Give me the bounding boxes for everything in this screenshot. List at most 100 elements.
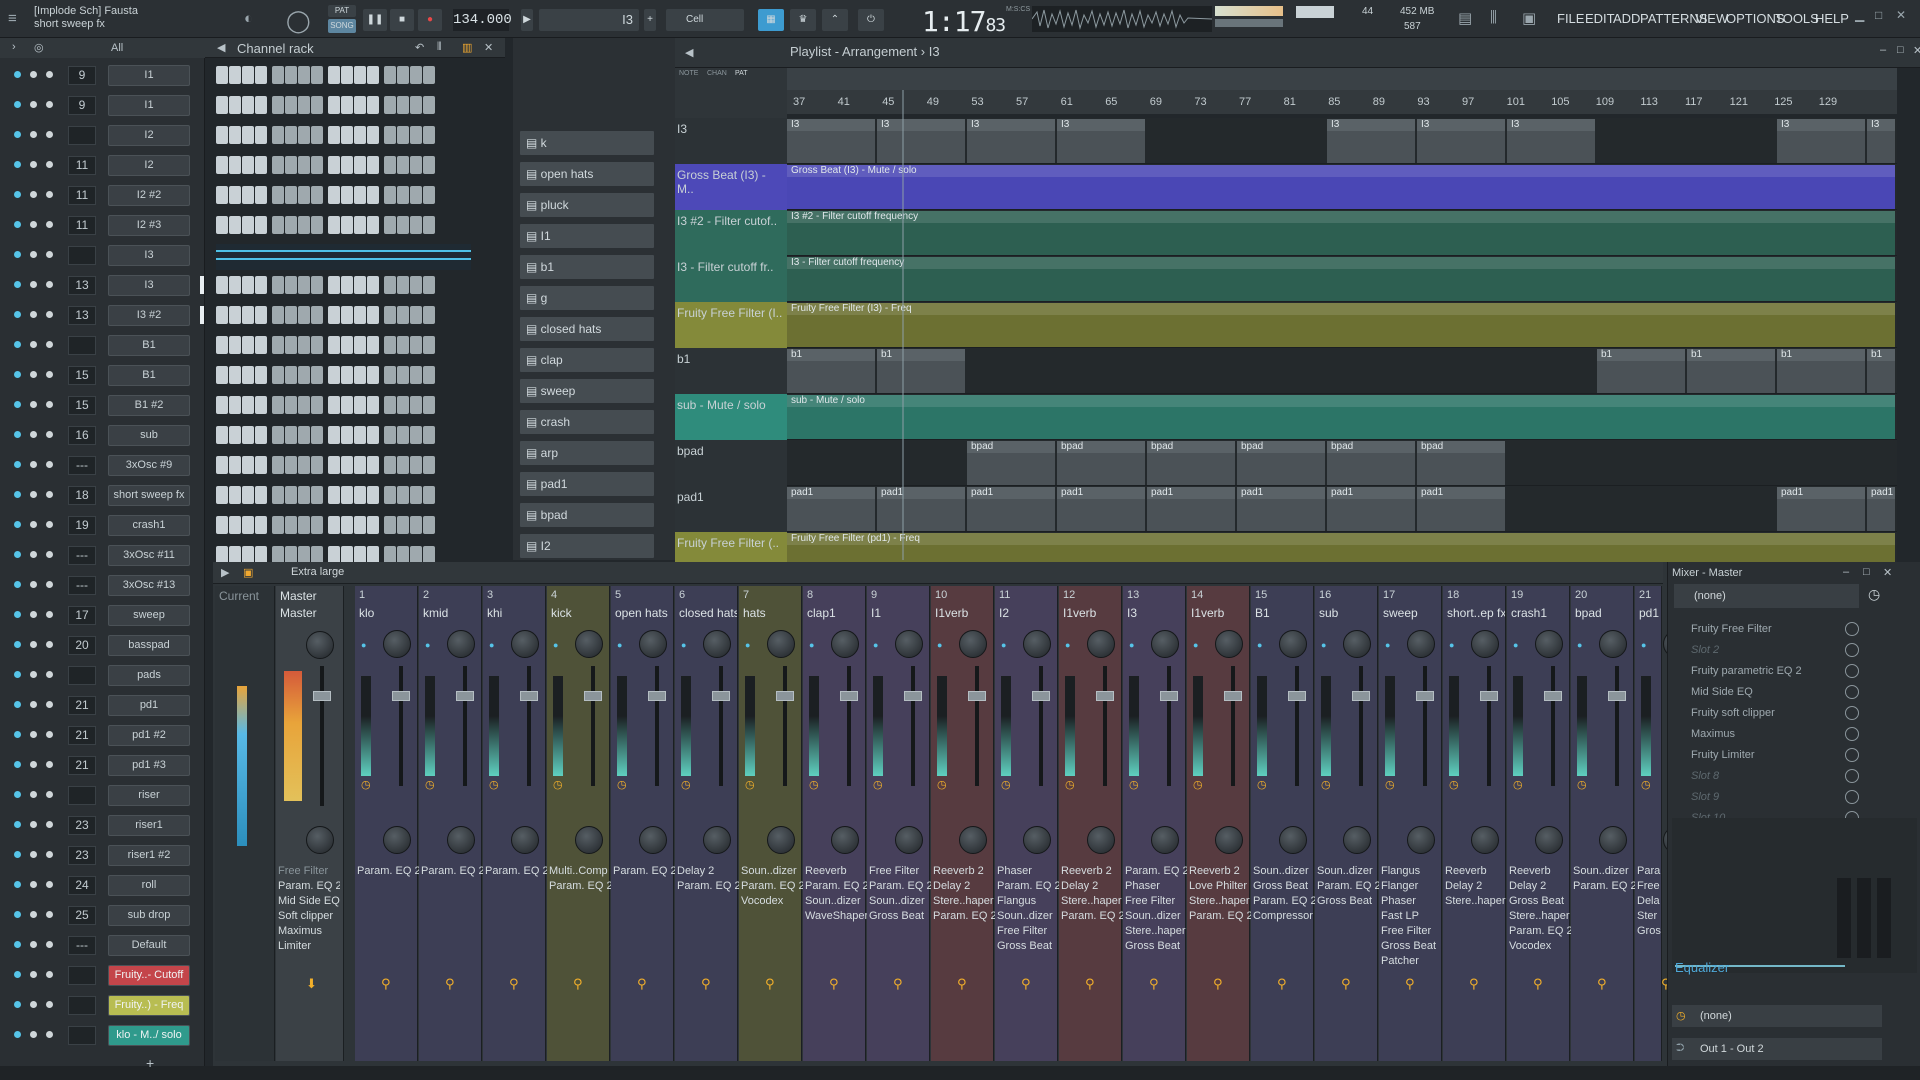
channel-mute-icon[interactable] (30, 221, 37, 228)
channel-solo-icon[interactable] (46, 161, 53, 168)
strip-stereo-knob[interactable] (383, 826, 411, 854)
step-pad[interactable] (384, 426, 396, 444)
channel-mixer-track[interactable]: 20 (68, 636, 96, 655)
strip-route-icon[interactable]: ◷ (1065, 778, 1075, 791)
step-pad[interactable] (423, 216, 435, 234)
strip-enable-icon[interactable]: ● (617, 640, 622, 650)
mixer-view-icon[interactable]: ▣ (243, 566, 253, 579)
track-header[interactable]: sub - Mute / solo (675, 394, 787, 440)
mixer-strip[interactable]: 12 I1verb ● ◷ Reeverb 2 Delay 2 Stere..hap… (1059, 586, 1123, 1061)
strip-stereo-knob[interactable] (767, 826, 795, 854)
channel-rack-arrow-icon[interactable]: ◀ (217, 41, 225, 54)
strip-pan-knob[interactable] (1407, 630, 1435, 658)
channel-led[interactable] (14, 161, 21, 168)
step-pad[interactable] (341, 426, 353, 444)
strip-stereo-knob[interactable] (1343, 826, 1371, 854)
step-pad[interactable] (229, 366, 241, 384)
pat-toggle[interactable]: PAT (328, 5, 356, 17)
step-pad[interactable] (410, 216, 422, 234)
pattern-clip[interactable]: b1 (877, 349, 965, 393)
track-header[interactable]: pad1 (675, 486, 787, 532)
step-pad[interactable] (367, 126, 379, 144)
step-pad[interactable] (397, 96, 409, 114)
channel-mute-icon[interactable] (30, 281, 37, 288)
channel-name[interactable]: sub (108, 425, 190, 446)
strip-route-icon[interactable]: ◷ (1513, 778, 1523, 791)
channel-name[interactable]: I2 #2 (108, 185, 190, 206)
channel-led[interactable] (14, 341, 21, 348)
step-pad[interactable] (410, 276, 422, 294)
track-header[interactable]: I3 #2 - Filter cutof.. (675, 210, 787, 256)
step-pad[interactable] (341, 396, 353, 414)
channel-solo-icon[interactable] (46, 731, 53, 738)
channel-solo-icon[interactable] (46, 311, 53, 318)
strip-pan-knob[interactable] (1279, 630, 1307, 658)
channel-mute-icon[interactable] (30, 131, 37, 138)
effect-slot[interactable]: Slot 8 (1675, 766, 1860, 786)
step-pad[interactable] (229, 396, 241, 414)
channel-name[interactable]: B1 #2 (108, 395, 190, 416)
minimize-icon[interactable]: ▁ (1855, 8, 1864, 22)
mixer-strip[interactable]: 10 I1verb ● ◷ Reeverb 2 Delay 2 Stere..hap… (931, 586, 995, 1061)
step-pad[interactable] (397, 516, 409, 534)
step-pad[interactable] (410, 96, 422, 114)
step-pad[interactable] (367, 156, 379, 174)
strip-fader[interactable] (584, 691, 602, 701)
strip-enable-icon[interactable]: ● (1577, 640, 1582, 650)
step-pad[interactable] (384, 336, 396, 354)
mixer-arrow-icon[interactable]: ▶ (221, 566, 229, 579)
strip-send-icon[interactable]: ⚲ (1469, 976, 1479, 992)
channel-select-indicator[interactable] (200, 276, 204, 294)
mixer-strip[interactable]: 20 bpad ● ◷ Soun..dizer Param. EQ 2 ⚲ (1571, 586, 1635, 1061)
master-stereo-knob[interactable] (306, 826, 334, 854)
strip-send-icon[interactable]: ⚲ (1277, 976, 1287, 992)
channel-mixer-track[interactable]: 13 (68, 306, 96, 325)
step-pad[interactable] (229, 96, 241, 114)
record-button[interactable]: ● (418, 9, 442, 31)
playlist-minimize-icon[interactable]: – (1880, 44, 1886, 56)
step-pad[interactable] (285, 456, 297, 474)
pattern-clip[interactable]: I3 (1507, 119, 1595, 163)
strip-enable-icon[interactable]: ● (873, 640, 878, 650)
stop-button[interactable]: ■ (390, 9, 414, 31)
menu-add[interactable]: ADD (1613, 11, 1640, 26)
channel-mixer-track[interactable]: 9 (68, 96, 96, 115)
step-pad[interactable] (216, 486, 228, 504)
automation-clip[interactable]: Fruity Free Filter (I3) - Freq (787, 303, 1895, 347)
channel-led[interactable] (14, 611, 21, 618)
step-pad[interactable] (285, 126, 297, 144)
step-pad[interactable] (255, 456, 267, 474)
strip-fader[interactable] (1544, 691, 1562, 701)
slot-mix-knob[interactable] (1845, 706, 1859, 720)
step-pad[interactable] (423, 66, 435, 84)
step-pad[interactable] (285, 336, 297, 354)
step-pad[interactable] (341, 306, 353, 324)
channel-led[interactable] (14, 581, 21, 588)
step-pad[interactable] (397, 306, 409, 324)
step-pad[interactable] (229, 216, 241, 234)
pattern-clip[interactable]: pad1 (1417, 487, 1505, 531)
step-pad[interactable] (311, 456, 323, 474)
strip-pan-knob[interactable] (575, 630, 603, 658)
channel-led[interactable] (14, 941, 21, 948)
pattern-clip[interactable]: I3 (967, 119, 1055, 163)
channel-led[interactable] (14, 821, 21, 828)
channel-row[interactable]: I2 (0, 122, 505, 148)
channel-name[interactable]: 3xOsc #11 (108, 545, 190, 566)
strip-enable-icon[interactable]: ● (1001, 640, 1006, 650)
strip-enable-icon[interactable]: ● (1257, 640, 1262, 650)
channel-name[interactable]: riser1 (108, 815, 190, 836)
step-pad[interactable] (367, 96, 379, 114)
slot-mix-knob[interactable] (1845, 622, 1859, 636)
step-pad[interactable] (423, 306, 435, 324)
channel-mute-icon[interactable] (30, 71, 37, 78)
pattern-clip[interactable]: b1 (1597, 349, 1685, 393)
step-pad[interactable] (341, 156, 353, 174)
step-pad[interactable] (229, 306, 241, 324)
channel-mute-icon[interactable] (30, 581, 37, 588)
channel-solo-icon[interactable] (46, 611, 53, 618)
channel-mute-icon[interactable] (30, 611, 37, 618)
step-pad[interactable] (298, 396, 310, 414)
step-pad[interactable] (298, 306, 310, 324)
channel-name[interactable]: klo - M../ solo (108, 1025, 190, 1046)
